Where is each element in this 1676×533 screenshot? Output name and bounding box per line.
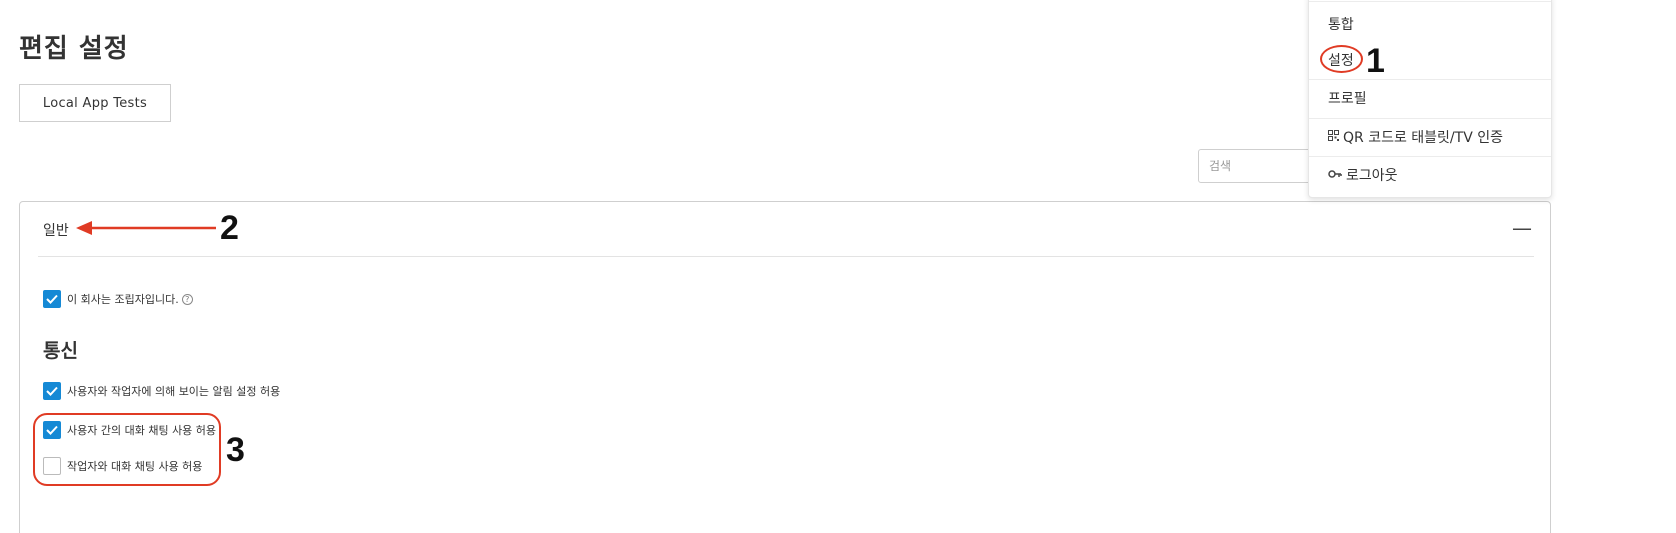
menu-item-qr-auth[interactable]: QR 코드로 태블릿/TV 인증: [1309, 118, 1551, 156]
help-icon[interactable]: ?: [181, 293, 193, 305]
annotation-number-3: 3: [226, 431, 245, 469]
assembler-label: 이 회사는 조립자입니다.: [67, 293, 179, 306]
general-settings-panel: 일반 — 이 회사는 조립자입니다. ? 통신 사용자와 작업자에 의해 보이는…: [19, 201, 1551, 533]
menu-item-label: 로그아웃: [1346, 168, 1398, 184]
qr-code-icon: [1328, 129, 1339, 145]
menu-item-profile[interactable]: 프로필: [1309, 79, 1551, 117]
annotation-ellipse-settings: [1320, 45, 1363, 73]
menu-item-label: 프로필: [1328, 91, 1367, 107]
page-title: 편집 설정: [19, 34, 129, 64]
notification-option: 사용자와 작업자에 의해 보이는 알림 설정 허용: [43, 382, 280, 400]
menu-item-label: QR 코드로 태블릿/TV 인증: [1343, 130, 1503, 146]
assembler-option: 이 회사는 조립자입니다. ?: [43, 290, 193, 308]
panel-header-general[interactable]: 일반: [43, 220, 69, 240]
app-selector-button[interactable]: Local App Tests: [19, 84, 171, 122]
notification-label: 사용자와 작업자에 의해 보이는 알림 설정 허용: [67, 385, 281, 398]
menu-item-label: 통합: [1328, 17, 1354, 33]
annotation-number-1: 1: [1366, 42, 1385, 80]
annotation-rect-chat-options: [33, 413, 221, 486]
user-dropdown-menu: 통합 설정 프로필 QR 코드로 태블릿/TV 인증 로그아웃: [1308, 0, 1552, 198]
collapse-icon[interactable]: —: [1512, 216, 1532, 240]
annotation-number-2: 2: [220, 209, 239, 247]
notification-checkbox[interactable]: [43, 382, 61, 400]
assembler-checkbox[interactable]: [43, 290, 61, 308]
menu-item-logout[interactable]: 로그아웃: [1309, 156, 1551, 194]
annotation-arrow-icon: [76, 221, 216, 235]
communication-section-title: 통신: [43, 340, 78, 362]
menu-item-integrations[interactable]: 통합: [1309, 5, 1551, 43]
panel-divider: [38, 256, 1534, 257]
key-icon: [1328, 168, 1342, 183]
menu-divider: [1309, 1, 1551, 2]
